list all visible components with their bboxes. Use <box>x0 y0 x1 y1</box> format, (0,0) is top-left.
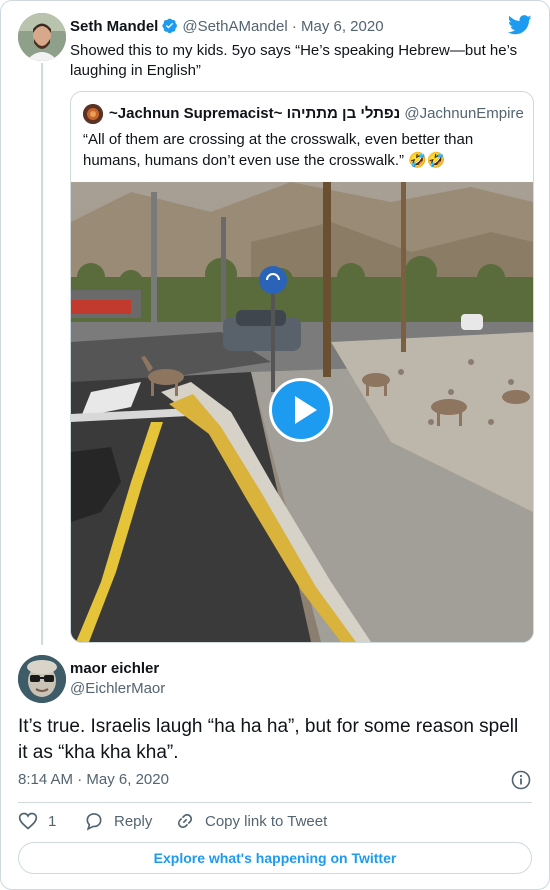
parent-tweet-header: Seth Mandel @SethAMandel · May 6, 2020 <box>70 17 384 39</box>
author-handle[interactable]: @EichlerMaor <box>70 680 165 697</box>
avatar[interactable] <box>18 655 66 703</box>
quoted-tweet-text: “All of them are crossing at the crosswa… <box>83 131 474 169</box>
tweet-date[interactable]: May 6, 2020 <box>301 18 384 35</box>
quoted-author-handle: @JachnunEmpire <box>404 105 524 122</box>
separator-dot: · <box>77 771 83 788</box>
link-icon <box>177 813 193 829</box>
quoted-avatar <box>83 104 103 124</box>
twitter-bird-icon[interactable] <box>507 15 532 40</box>
quoted-tweet-header: ~Jachnun Supremacist~ נפתלי בן מתתיהו @J… <box>109 105 524 123</box>
author-name[interactable]: maor eichler <box>70 660 159 677</box>
copy-link-button[interactable]: Copy link to Tweet <box>175 811 327 831</box>
play-button[interactable] <box>269 378 333 442</box>
tweet-timestamp[interactable]: 8:14 AM · May 6, 2020 <box>18 771 169 788</box>
copy-link-label: Copy link to Tweet <box>205 812 328 830</box>
like-count: 1 <box>48 812 57 830</box>
like-button[interactable]: 1 <box>18 811 56 831</box>
author-name[interactable]: Seth Mandel <box>70 18 158 35</box>
tweet-date[interactable]: May 6, 2020 <box>86 771 169 788</box>
play-icon <box>295 396 317 424</box>
verified-badge-icon <box>161 17 178 39</box>
reply-label: Reply <box>114 812 153 830</box>
parent-tweet-text: Showed this to my kids. 5yo says “He’s s… <box>70 42 518 79</box>
tweet-text: It’s true. Israelis laugh “ha ha ha”, bu… <box>18 716 519 763</box>
reply-button[interactable]: Reply <box>84 811 152 831</box>
explore-twitter-button[interactable]: Explore what's happening on Twitter <box>18 842 532 874</box>
quoted-tweet[interactable]: ~Jachnun Supremacist~ נפתלי בן מתתיהו @J… <box>70 91 534 643</box>
tweet-time[interactable]: 8:14 AM <box>18 771 73 788</box>
tweet-embed-card: Seth Mandel @SethAMandel · May 6, 2020 Sh… <box>0 0 550 890</box>
reply-bubble-icon <box>86 813 102 831</box>
divider <box>18 802 532 803</box>
quoted-author-name: ~Jachnun Supremacist~ נפתלי בן מתתיהו <box>109 105 401 122</box>
info-icon[interactable] <box>511 770 531 795</box>
separator-dot: · <box>291 18 297 35</box>
heart-icon <box>18 812 38 830</box>
thread-connector-line <box>41 63 43 645</box>
author-handle[interactable]: @SethAMandel <box>182 18 287 35</box>
avatar[interactable] <box>18 13 66 61</box>
video-thumbnail[interactable] <box>71 182 533 642</box>
